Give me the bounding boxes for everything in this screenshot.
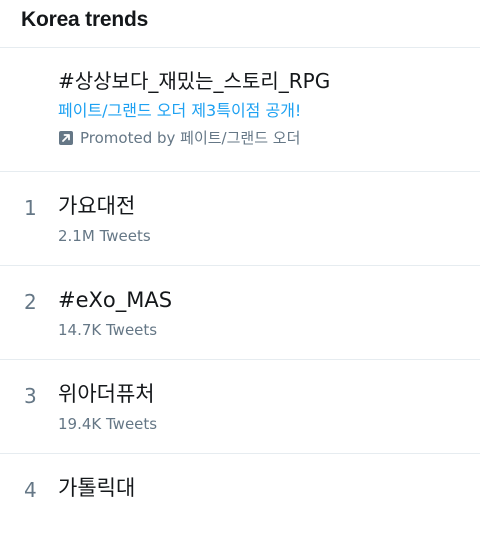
- trend-item[interactable]: 4 가톨릭대: [0, 454, 480, 541]
- trend-name[interactable]: 가요대전: [58, 192, 480, 220]
- trend-rank: 4: [24, 478, 37, 502]
- trend-item[interactable]: 1 가요대전 2.1M Tweets: [0, 172, 480, 266]
- trend-item[interactable]: 2 #eXo_MAS 14.7K Tweets: [0, 266, 480, 360]
- promoted-by-label: Promoted by 페이트/그랜드 오더: [80, 129, 301, 147]
- trend-tweet-count: 2.1M Tweets: [58, 227, 151, 245]
- promoted-arrow-icon: [58, 130, 74, 146]
- trend-tweet-count: 14.7K Tweets: [58, 321, 158, 339]
- trend-name[interactable]: 가톨릭대: [58, 474, 480, 502]
- trends-header: Korea trends: [0, 0, 480, 48]
- trend-name[interactable]: #eXo_MAS: [58, 286, 480, 314]
- trend-item[interactable]: 3 위아더퓨처 19.4K Tweets: [0, 360, 480, 454]
- trends-title: Korea trends: [21, 8, 149, 31]
- promoted-by-row: Promoted by 페이트/그랜드 오더: [58, 128, 480, 148]
- trends-panel: Korea trends #상상보다_재밌는_스토리_RPG 페이트/그랜드 오…: [0, 0, 480, 541]
- promoted-hashtag[interactable]: #상상보다_재밌는_스토리_RPG: [58, 68, 480, 94]
- trend-rank: 3: [24, 384, 37, 408]
- promoted-trend[interactable]: #상상보다_재밌는_스토리_RPG 페이트/그랜드 오더 제3특이점 공개! P…: [0, 48, 480, 172]
- trend-tweet-count: 19.4K Tweets: [58, 415, 158, 433]
- trend-name[interactable]: 위아더퓨처: [58, 380, 480, 408]
- promoted-description: 페이트/그랜드 오더 제3특이점 공개!: [58, 101, 302, 120]
- trend-rank: 2: [24, 290, 37, 314]
- trend-rank: 1: [24, 196, 37, 220]
